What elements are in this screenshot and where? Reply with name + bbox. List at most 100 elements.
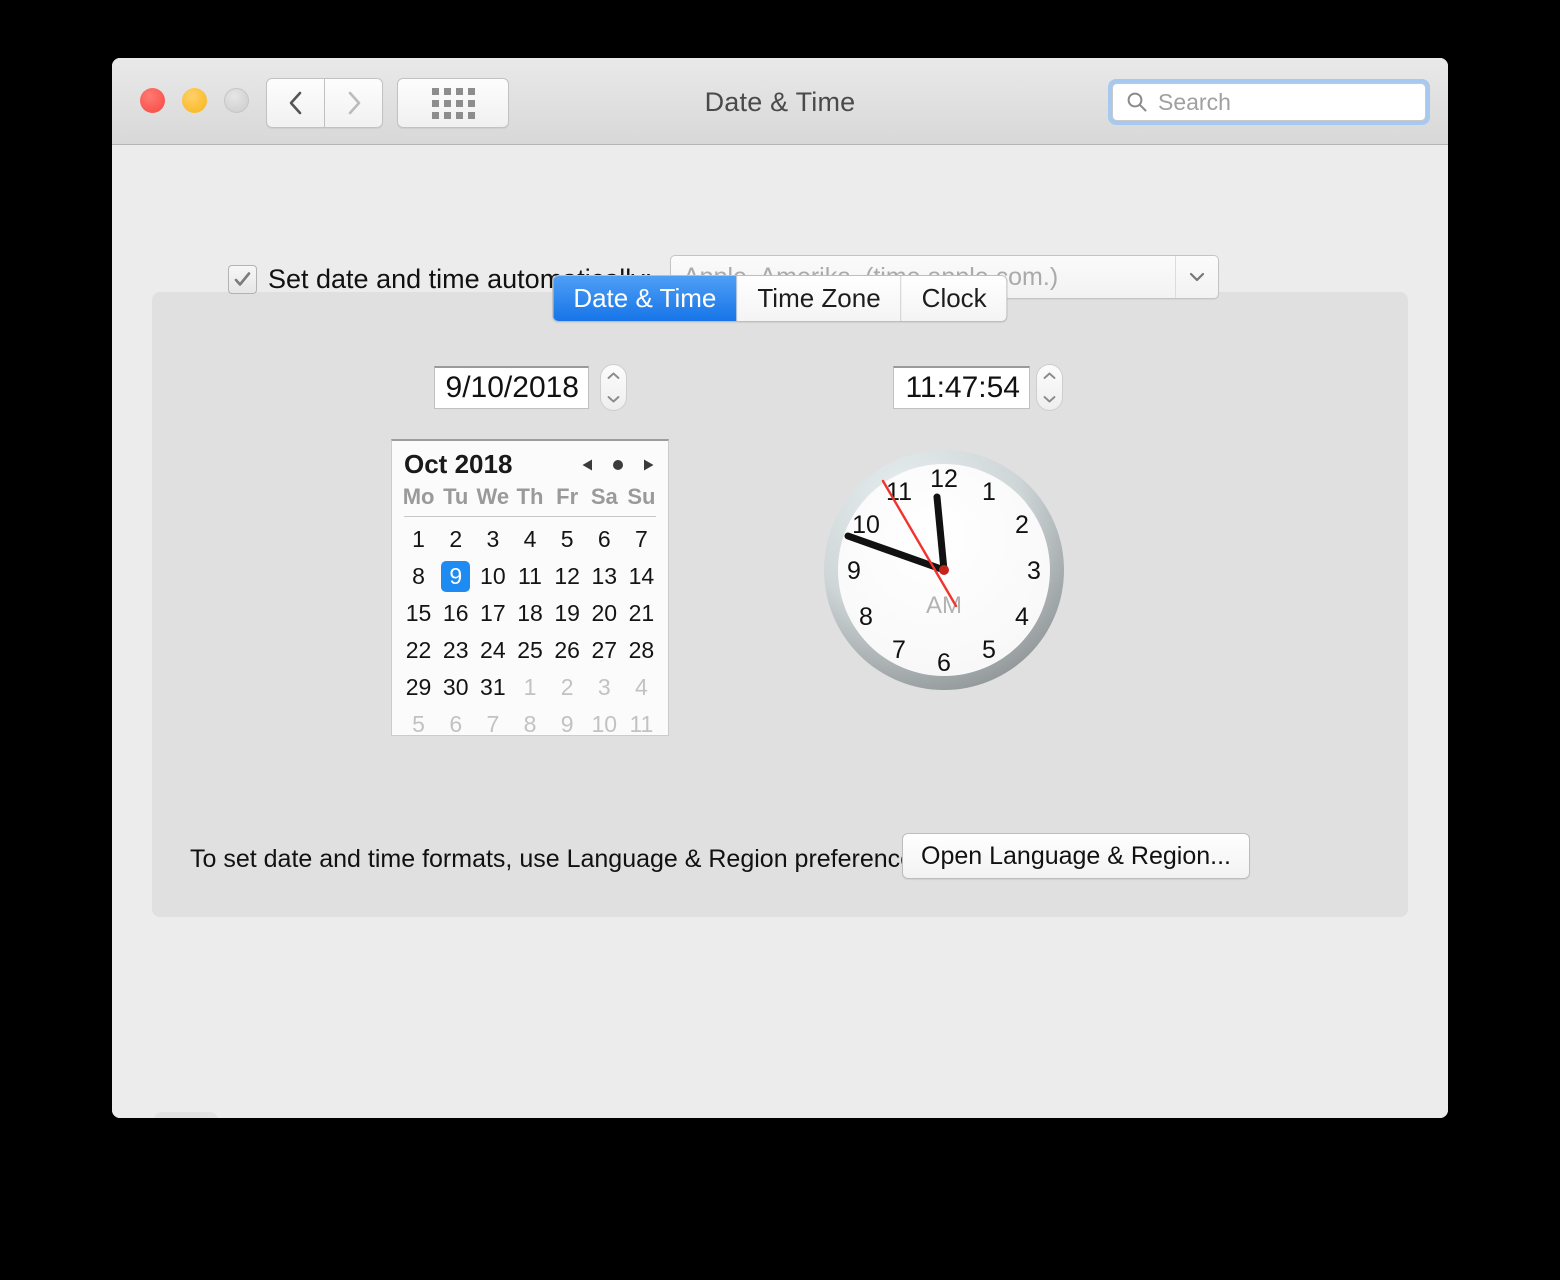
stepper-up-icon[interactable] (1042, 371, 1057, 381)
clock-number-6: 6 (937, 649, 951, 677)
calendar-day[interactable]: 29 (400, 669, 437, 706)
calendar-day[interactable]: 5 (549, 521, 586, 558)
weekday-tu: Tu (443, 484, 469, 509)
tab-clock[interactable]: Clock (901, 276, 1007, 321)
window-body: Date & Time Time Zone Clock Set date and… (112, 145, 1448, 1118)
date-stepper[interactable] (600, 364, 627, 411)
calendar-day[interactable]: 10 (474, 558, 511, 595)
weekday-fr: Fr (556, 484, 579, 509)
calendar-day[interactable]: 6 (586, 521, 623, 558)
dot-icon[interactable] (610, 457, 626, 473)
calendar-day[interactable]: 8 (400, 558, 437, 595)
calendar-day[interactable]: 2 (549, 669, 586, 706)
calendar-day[interactable]: 2 (437, 521, 474, 558)
calendar-day[interactable]: 23 (437, 632, 474, 669)
calendar-day[interactable]: 10 (586, 706, 623, 743)
calendar-day[interactable]: 3 (586, 669, 623, 706)
open-language-region-button[interactable]: Open Language & Region... (902, 833, 1250, 879)
calendar-month-label: Oct 2018 (404, 449, 513, 479)
calendar-day[interactable]: 7 (474, 706, 511, 743)
calendar-day[interactable]: 20 (586, 595, 623, 632)
triangle-right-icon[interactable] (640, 457, 656, 473)
clock-number-4: 4 (1015, 603, 1029, 631)
set-automatically-checkbox[interactable] (228, 265, 257, 294)
calendar-day[interactable]: 19 (549, 595, 586, 632)
calendar-day[interactable]: 1 (511, 669, 548, 706)
weekday-sa: Sa (590, 484, 618, 509)
calendar-day[interactable]: 26 (549, 632, 586, 669)
clock-number-1: 1 (982, 478, 996, 506)
calendar-day[interactable]: 5 (400, 706, 437, 743)
stepper-down-icon[interactable] (606, 394, 621, 404)
calendar-day[interactable]: 6 (437, 706, 474, 743)
weekday-su: Su (627, 484, 656, 509)
calendar-day[interactable]: 17 (474, 595, 511, 632)
clock-number-12: 12 (930, 465, 958, 493)
calendar-day[interactable]: 4 (511, 521, 548, 558)
calendar-day[interactable]: 27 (586, 632, 623, 669)
calendar-navigation (580, 457, 656, 473)
calendar-day-grid: 1 2 3 4 5 6 7 8 9 10 11 12 13 14 15 16 17 18 19 20 21 22 23 24 2… (392, 521, 668, 743)
window-titlebar: Date & Time Search (112, 58, 1448, 145)
chevron-down-icon (1189, 272, 1205, 282)
calendar-day[interactable]: 13 (586, 558, 623, 595)
search-field[interactable]: Search (1112, 83, 1426, 121)
formats-hint-text: To set date and time formats, use Langua… (190, 845, 934, 873)
calendar-day[interactable]: 11 (623, 706, 660, 743)
calendar-day[interactable]: 8 (511, 706, 548, 743)
time-stepper[interactable] (1036, 364, 1063, 411)
time-input[interactable]: 11:47:54 (893, 366, 1030, 409)
date-input[interactable]: 9/10/2018 (434, 366, 589, 409)
analog-clock: 12 1 2 3 4 5 6 7 8 9 10 11 AM (824, 450, 1064, 690)
triangle-left-icon[interactable] (580, 457, 596, 473)
calendar-day[interactable]: 15 (400, 595, 437, 632)
calendar-day[interactable]: 1 (400, 521, 437, 558)
calendar-day[interactable]: 12 (549, 558, 586, 595)
system-preferences-window: Date & Time Search Date & Time Time Zone (112, 58, 1448, 1118)
clock-center-pin (939, 565, 949, 575)
calendar-day[interactable]: 3 (474, 521, 511, 558)
calendar-day-selected: 9 (441, 561, 471, 592)
lock-button[interactable] (154, 1112, 218, 1118)
calendar-day[interactable]: 7 (623, 521, 660, 558)
checkmark-icon (234, 272, 251, 286)
calendar-day[interactable]: 4 (623, 669, 660, 706)
dropdown-arrow-container (1175, 256, 1218, 298)
weekday-mo: Mo (402, 484, 435, 509)
calendar-day[interactable]: 9 (437, 558, 474, 595)
weekday-th: Th (516, 484, 544, 509)
search-placeholder: Search (1158, 88, 1231, 115)
calendar-weekday-header: Mo Tu We Th Fr Sa Su (392, 482, 668, 516)
calendar-day[interactable]: 14 (623, 558, 660, 595)
stepper-up-icon[interactable] (606, 371, 621, 381)
calendar-day[interactable]: 21 (623, 595, 660, 632)
calendar-day[interactable]: 16 (437, 595, 474, 632)
calendar-day[interactable]: 18 (511, 595, 548, 632)
preferences-panel (152, 292, 1408, 917)
calendar-day[interactable]: 24 (474, 632, 511, 669)
tab-bar: Date & Time Time Zone Clock (552, 275, 1008, 322)
clock-number-10: 10 (852, 511, 880, 539)
clock-number-9: 9 (847, 557, 861, 585)
calendar-day[interactable]: 30 (437, 669, 474, 706)
calendar-day[interactable]: 11 (511, 558, 548, 595)
tab-date-time[interactable]: Date & Time (553, 276, 738, 321)
clock-number-7: 7 (892, 636, 906, 664)
tab-time-zone[interactable]: Time Zone (737, 276, 902, 321)
search-icon (1127, 92, 1147, 112)
weekday-we: We (476, 484, 510, 509)
calendar-day[interactable]: 9 (549, 706, 586, 743)
calendar-divider (404, 516, 656, 517)
clock-number-5: 5 (982, 636, 996, 664)
calendar-day[interactable]: 31 (474, 669, 511, 706)
stepper-down-icon[interactable] (1042, 394, 1057, 404)
desktop-background: Date & Time Search Date & Time Time Zone (0, 0, 1560, 1280)
calendar-day[interactable]: 28 (623, 632, 660, 669)
search-focus-ring: Search (1108, 79, 1430, 125)
calendar-header: Oct 2018 (392, 441, 668, 482)
clock-number-3: 3 (1027, 557, 1041, 585)
calendar-day[interactable]: 25 (511, 632, 548, 669)
clock-number-8: 8 (859, 603, 873, 631)
calendar-day[interactable]: 22 (400, 632, 437, 669)
date-picker-calendar[interactable]: Oct 2018 Mo Tu We Th Fr Sa Su 1 2 3 4 5 … (391, 439, 669, 737)
